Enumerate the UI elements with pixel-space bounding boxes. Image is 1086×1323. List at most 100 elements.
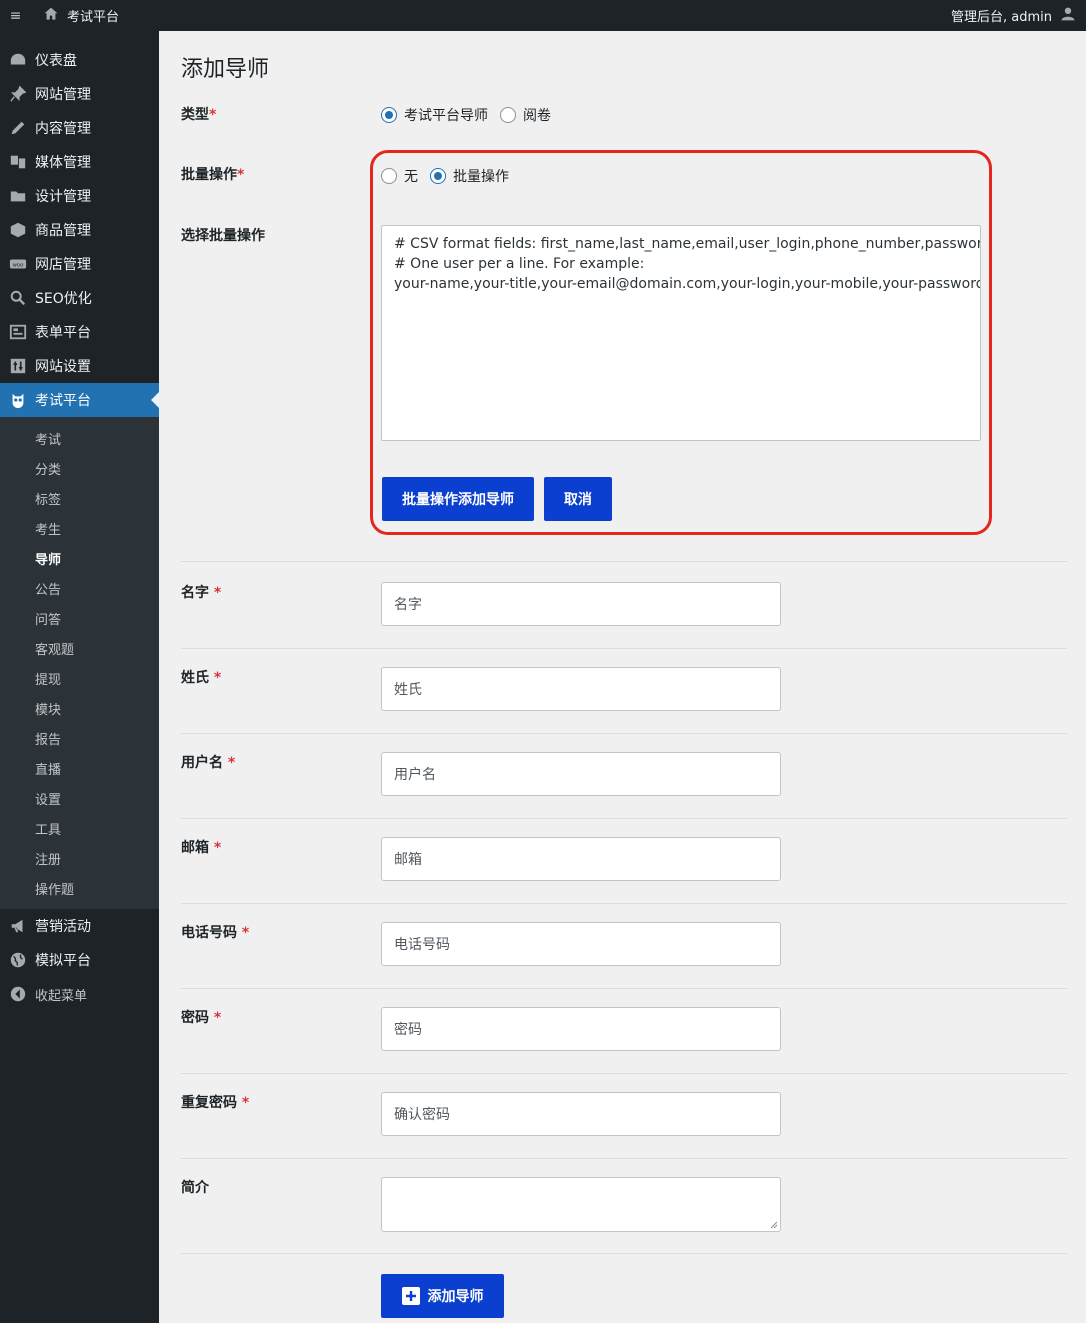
last-name-label-text: 姓氏 <box>181 670 209 686</box>
password-label-text: 密码 <box>181 1010 209 1026</box>
sidebar-item-forms[interactable]: 表单平台 <box>0 315 159 349</box>
sidebar-item-label: 考试平台 <box>35 393 91 409</box>
sidebar-item-label: 表单平台 <box>35 325 91 341</box>
account-menu[interactable]: 管理后台, admin <box>951 6 1086 26</box>
type-label-text: 类型 <box>181 107 209 123</box>
sidebar-item-marketing[interactable]: 营销活动 <box>0 909 159 943</box>
submenu-item-register[interactable]: 注册 <box>0 843 159 873</box>
type-radio-instructor[interactable] <box>381 107 397 123</box>
required-mark: * <box>237 167 245 183</box>
first-name-label-text: 名字 <box>181 585 209 601</box>
user-avatar-icon <box>1060 6 1076 26</box>
plus-icon <box>401 1287 420 1305</box>
confirm-password-label-text: 重复密码 <box>181 1095 237 1111</box>
required-mark: * <box>213 670 222 686</box>
submenu-item-examinees[interactable]: 考生 <box>0 513 159 543</box>
sidebar-item-label: 网站设置 <box>35 359 91 375</box>
sidebar-item-label: 商品管理 <box>35 223 91 239</box>
first-name-input[interactable]: 名字 <box>381 582 781 626</box>
bio-textarea[interactable] <box>381 1177 781 1232</box>
submenu-item-qa[interactable]: 问答 <box>0 603 159 633</box>
email-label: 邮箱 * <box>181 837 221 857</box>
megaphone-icon <box>8 917 27 936</box>
submenu-item-exams[interactable]: 考试 <box>0 423 159 453</box>
box-icon <box>8 221 27 240</box>
phone-label-text: 电话号码 <box>181 925 237 941</box>
csv-textarea[interactable]: # CSV format fields: first_name,last_nam… <box>381 225 981 441</box>
sidebar-item-media[interactable]: 媒体管理 <box>0 145 159 179</box>
submenu-item-objective-questions[interactable]: 客观题 <box>0 633 159 663</box>
required-mark: * <box>213 1010 222 1026</box>
sidebar-item-site-settings[interactable]: 网站设置 <box>0 349 159 383</box>
divider <box>181 903 1067 904</box>
submenu-item-reports[interactable]: 报告 <box>0 723 159 753</box>
type-radio-grader[interactable] <box>500 107 516 123</box>
admin-sidebar: 仪表盘 网站管理 内容管理 媒体管理 设计管理 商品管理 woo 网店管理 SE… <box>0 31 159 1323</box>
owl-icon <box>8 391 27 410</box>
sidebar-item-exam-platform[interactable]: 考试平台 <box>0 383 159 417</box>
divider <box>181 1253 1067 1254</box>
sidebar-item-site-management[interactable]: 网站管理 <box>0 77 159 111</box>
divider <box>181 818 1067 819</box>
username-input[interactable]: 用户名 <box>381 752 781 796</box>
menu-toggle-icon[interactable]: ≡ <box>0 8 31 24</box>
sidebar-item-label: SEO优化 <box>35 291 92 307</box>
bulk-label: 批量操作* <box>181 164 244 184</box>
submenu-item-live[interactable]: 直播 <box>0 753 159 783</box>
submenu-item-announcements[interactable]: 公告 <box>0 573 159 603</box>
divider <box>181 988 1067 989</box>
last-name-input[interactable]: 姓氏 <box>381 667 781 711</box>
submenu-item-tags[interactable]: 标签 <box>0 483 159 513</box>
site-home-link[interactable]: 考试平台 <box>43 6 119 26</box>
submenu-item-instructors[interactable]: 导师 <box>0 543 159 573</box>
phone-input[interactable]: 电话号码 <box>381 922 781 966</box>
email-label-text: 邮箱 <box>181 840 209 856</box>
required-mark: * <box>209 107 217 123</box>
add-instructor-button[interactable]: 添加导师 <box>381 1274 504 1318</box>
submenu-item-modules[interactable]: 模块 <box>0 693 159 723</box>
phone-label: 电话号码 * <box>181 922 249 942</box>
submenu-item-categories[interactable]: 分类 <box>0 453 159 483</box>
home-icon <box>43 6 59 26</box>
required-mark: * <box>241 1095 250 1111</box>
sidebar-item-shop[interactable]: woo 网店管理 <box>0 247 159 281</box>
search-icon <box>8 289 27 308</box>
required-mark: * <box>227 755 236 771</box>
form-icon <box>8 323 27 342</box>
user-greeting: 管理后台, admin <box>951 10 1052 25</box>
globe-icon <box>8 951 27 970</box>
first-name-label: 名字 * <box>181 582 221 602</box>
bulk-label-text: 批量操作 <box>181 167 237 183</box>
required-mark: * <box>241 925 250 941</box>
sidebar-item-content[interactable]: 内容管理 <box>0 111 159 145</box>
email-input[interactable]: 邮箱 <box>381 837 781 881</box>
resize-handle-icon[interactable] <box>770 1221 778 1229</box>
sidebar-item-products[interactable]: 商品管理 <box>0 213 159 247</box>
last-name-label: 姓氏 * <box>181 667 221 687</box>
submenu-item-settings[interactable]: 设置 <box>0 783 159 813</box>
page-title: 添加导师 <box>181 57 270 82</box>
sidebar-item-design[interactable]: 设计管理 <box>0 179 159 213</box>
confirm-password-label: 重复密码 * <box>181 1092 249 1112</box>
cancel-button[interactable]: 取消 <box>544 477 612 521</box>
sidebar-item-simulation[interactable]: 模拟平台 <box>0 943 159 977</box>
bulk-radio-bulk[interactable] <box>430 168 446 184</box>
media-icon <box>8 153 27 172</box>
submenu-item-withdrawals[interactable]: 提现 <box>0 663 159 693</box>
divider <box>181 1158 1067 1159</box>
required-mark: * <box>213 585 222 601</box>
site-name: 考试平台 <box>67 10 120 25</box>
username-label-text: 用户名 <box>181 755 223 771</box>
woo-icon: woo <box>8 255 27 274</box>
password-input[interactable]: 密码 <box>381 1007 781 1051</box>
sidebar-item-dashboard[interactable]: 仪表盘 <box>0 43 159 77</box>
submenu-item-tools[interactable]: 工具 <box>0 813 159 843</box>
sidebar-item-seo[interactable]: SEO优化 <box>0 281 159 315</box>
bulk-radio-none[interactable] <box>381 168 397 184</box>
confirm-password-input[interactable]: 确认密码 <box>381 1092 781 1136</box>
sidebar-item-label: 媒体管理 <box>35 155 91 171</box>
collapse-menu-button[interactable]: 收起菜单 <box>0 977 159 1011</box>
bulk-add-button[interactable]: 批量操作添加导师 <box>382 477 534 521</box>
bulk-radio-group: 无 批量操作 <box>381 166 517 186</box>
submenu-item-practical-questions[interactable]: 操作题 <box>0 873 159 903</box>
